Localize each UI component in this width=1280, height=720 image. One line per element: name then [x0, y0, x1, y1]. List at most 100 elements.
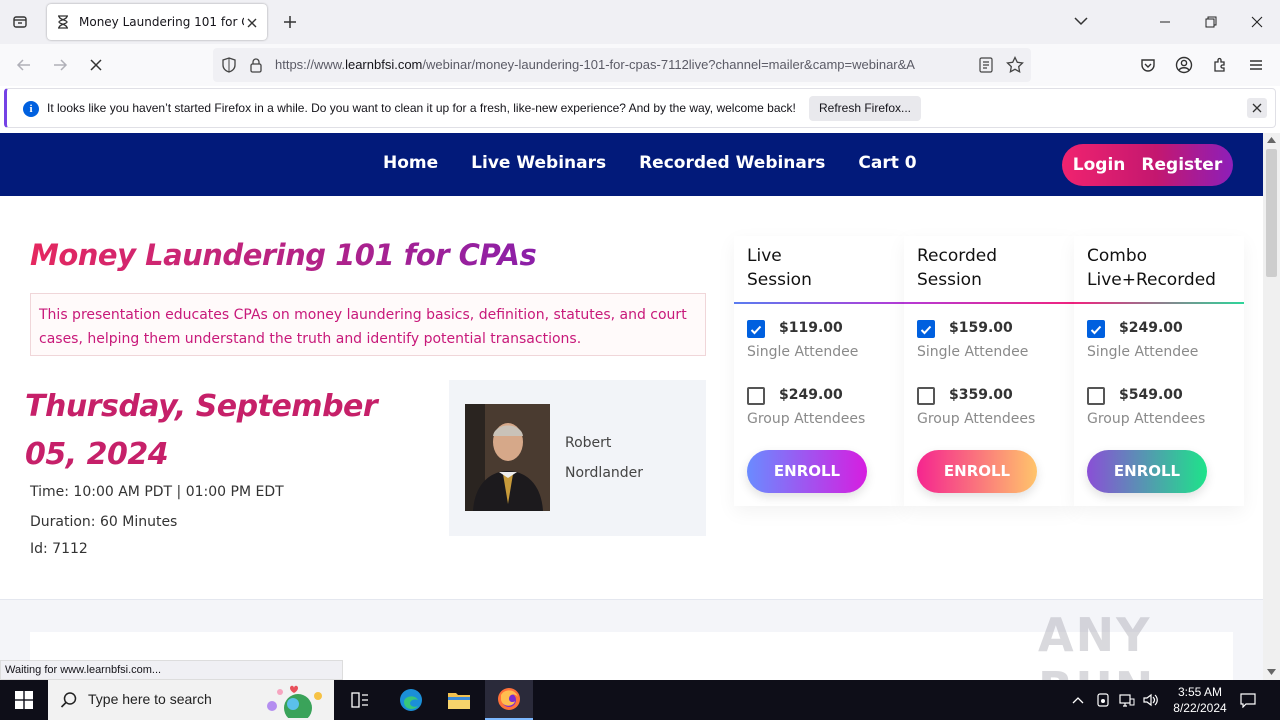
pricing-heading-line2: Session: [747, 270, 812, 290]
pocket-icon[interactable]: [1136, 53, 1160, 77]
file-explorer-icon[interactable]: [435, 680, 483, 720]
padlock-icon[interactable]: [249, 57, 263, 77]
reader-view-icon[interactable]: [979, 57, 993, 77]
nav-live-webinars[interactable]: Live Webinars: [471, 153, 606, 173]
option-label: Single Attendee: [747, 344, 859, 360]
auth-pill: Login Register: [1062, 144, 1233, 186]
network-icon[interactable]: [1117, 680, 1137, 720]
minimize-icon[interactable]: [1155, 12, 1175, 32]
pricing-heading-line2: Session: [917, 270, 982, 290]
nav-home[interactable]: Home: [383, 153, 438, 173]
option-label: Group Attendees: [747, 411, 866, 427]
notification-center-icon[interactable]: [1236, 680, 1260, 720]
status-bar: Waiting for www.learnbfsi.com...: [0, 660, 343, 680]
webinar-id: Id: 7112: [30, 541, 88, 557]
checkbox-unchecked[interactable]: [917, 387, 935, 405]
pricing-heading: Combo Live+Recorded: [1087, 244, 1237, 292]
restore-icon[interactable]: [1201, 12, 1221, 32]
url-path: /webinar/money-laundering-101-for-cpas-7…: [422, 57, 915, 72]
register-link[interactable]: Register: [1141, 155, 1222, 175]
pricing-heading-line1: Recorded: [917, 246, 997, 266]
address-bar[interactable]: https://www.learnbfsi.com/webinar/money-…: [213, 48, 1031, 82]
price: $159.00: [949, 320, 1013, 336]
loading-hourglass-icon: [55, 14, 71, 30]
tab-title: Money Laundering 101 for CPAs: [79, 15, 244, 29]
price: $119.00: [779, 320, 843, 336]
window-close-icon[interactable]: [1247, 12, 1267, 32]
tray-device-icon[interactable]: [1094, 680, 1112, 720]
checkbox-unchecked[interactable]: [1087, 387, 1105, 405]
page-viewport: Home Live Webinars Recorded Webinars Car…: [0, 133, 1263, 680]
edge-browser-icon[interactable]: [387, 680, 435, 720]
bookmark-star-icon[interactable]: [1006, 55, 1024, 78]
scroll-up-arrow-icon[interactable]: [1267, 137, 1276, 143]
price: $249.00: [779, 387, 843, 403]
firefox-notification-bar: i It looks like you haven’t started Fire…: [4, 88, 1276, 128]
pricing-heading: Recorded Session: [917, 244, 1067, 292]
notification-close-icon[interactable]: [1247, 98, 1267, 118]
windows-taskbar: Type here to search 3:55 AM 8/22/2024: [0, 680, 1280, 720]
tab-list-icon[interactable]: [8, 10, 32, 34]
price: $549.00: [1119, 387, 1183, 403]
speaker-last-name: Nordlander: [565, 465, 644, 481]
hamburger-menu-icon[interactable]: [1244, 53, 1268, 77]
browser-tab[interactable]: Money Laundering 101 for CPAs: [47, 4, 267, 40]
pricing-column-combo: Combo Live+Recorded $249.00 Single Atten…: [1074, 236, 1244, 506]
taskbar-search-box[interactable]: Type here to search: [48, 680, 334, 720]
extensions-puzzle-icon[interactable]: [1208, 53, 1232, 77]
scroll-down-arrow-icon[interactable]: [1267, 669, 1276, 675]
back-arrow-icon[interactable]: [12, 53, 36, 77]
pricing-heading-line2: Live+Recorded: [1087, 270, 1216, 290]
refresh-firefox-button[interactable]: Refresh Firefox...: [809, 96, 921, 121]
windows-start-icon[interactable]: [0, 680, 48, 720]
account-icon[interactable]: [1172, 53, 1196, 77]
enroll-button[interactable]: ENROLL: [1087, 450, 1207, 493]
nav-recorded-webinars[interactable]: Recorded Webinars: [639, 153, 825, 173]
search-highlight-illustration-icon: [267, 685, 322, 718]
browser-nav-bar: https://www.learnbfsi.com/webinar/money-…: [0, 44, 1280, 86]
webinar-date: Thursday, September 05, 2024: [25, 389, 378, 472]
login-link[interactable]: Login: [1073, 155, 1126, 175]
new-tab-plus-icon[interactable]: [280, 12, 300, 32]
speaker-photo: [465, 404, 550, 511]
option-label: Single Attendee: [1087, 344, 1199, 360]
pricing-heading-line1: Live: [747, 246, 782, 266]
speaker-card[interactable]: Robert Nordlander: [449, 380, 706, 536]
course-description: This presentation educates CPAs on money…: [30, 293, 706, 356]
taskbar-search-placeholder: Type here to search: [88, 691, 212, 707]
enroll-button[interactable]: ENROLL: [917, 450, 1037, 493]
checkbox-checked[interactable]: [1087, 320, 1105, 338]
checkbox-checked[interactable]: [917, 320, 935, 338]
speaker-name: Robert Nordlander: [565, 428, 695, 488]
option-label: Group Attendees: [917, 411, 1036, 427]
accent-bar: [734, 302, 904, 304]
volume-icon[interactable]: [1141, 680, 1161, 720]
option-label: Single Attendee: [917, 344, 1029, 360]
enroll-button[interactable]: ENROLL: [747, 450, 867, 493]
scrollbar-thumb[interactable]: [1266, 149, 1277, 277]
stop-loading-icon[interactable]: [84, 53, 108, 77]
firefox-taskbar-icon[interactable]: [485, 680, 533, 720]
pricing-heading-line1: Combo: [1087, 246, 1148, 266]
taskbar-clock[interactable]: 3:55 AM 8/22/2024: [1160, 684, 1240, 716]
accent-bar: [1074, 302, 1244, 304]
tray-expand-chevron-icon[interactable]: [1070, 680, 1086, 720]
accent-bar: [904, 302, 1074, 304]
pricing-column-recorded: Recorded Session $159.00 Single Attendee…: [904, 236, 1074, 506]
tracking-shield-icon[interactable]: [221, 57, 237, 77]
clock-time: 3:55 AM: [1177, 685, 1223, 699]
task-view-icon[interactable]: [336, 680, 384, 720]
list-all-tabs-chevron-icon[interactable]: [1072, 12, 1090, 30]
nav-cart[interactable]: Cart 0: [858, 153, 916, 173]
checkbox-unchecked[interactable]: [747, 387, 765, 405]
checkbox-checked[interactable]: [747, 320, 765, 338]
anyrun-watermark: ANY RUN: [1038, 608, 1153, 680]
url-text[interactable]: https://www.learnbfsi.com/webinar/money-…: [275, 57, 970, 72]
clock-date: 8/22/2024: [1173, 701, 1227, 715]
pricing-column-live: Live Session $119.00 Single Attendee $24…: [734, 236, 904, 506]
page-scrollbar[interactable]: [1263, 133, 1280, 680]
forward-arrow-icon[interactable]: [48, 53, 72, 77]
site-header: Home Live Webinars Recorded Webinars Car…: [0, 133, 1263, 196]
price: $249.00: [1119, 320, 1183, 336]
tab-close-icon[interactable]: [245, 15, 259, 29]
